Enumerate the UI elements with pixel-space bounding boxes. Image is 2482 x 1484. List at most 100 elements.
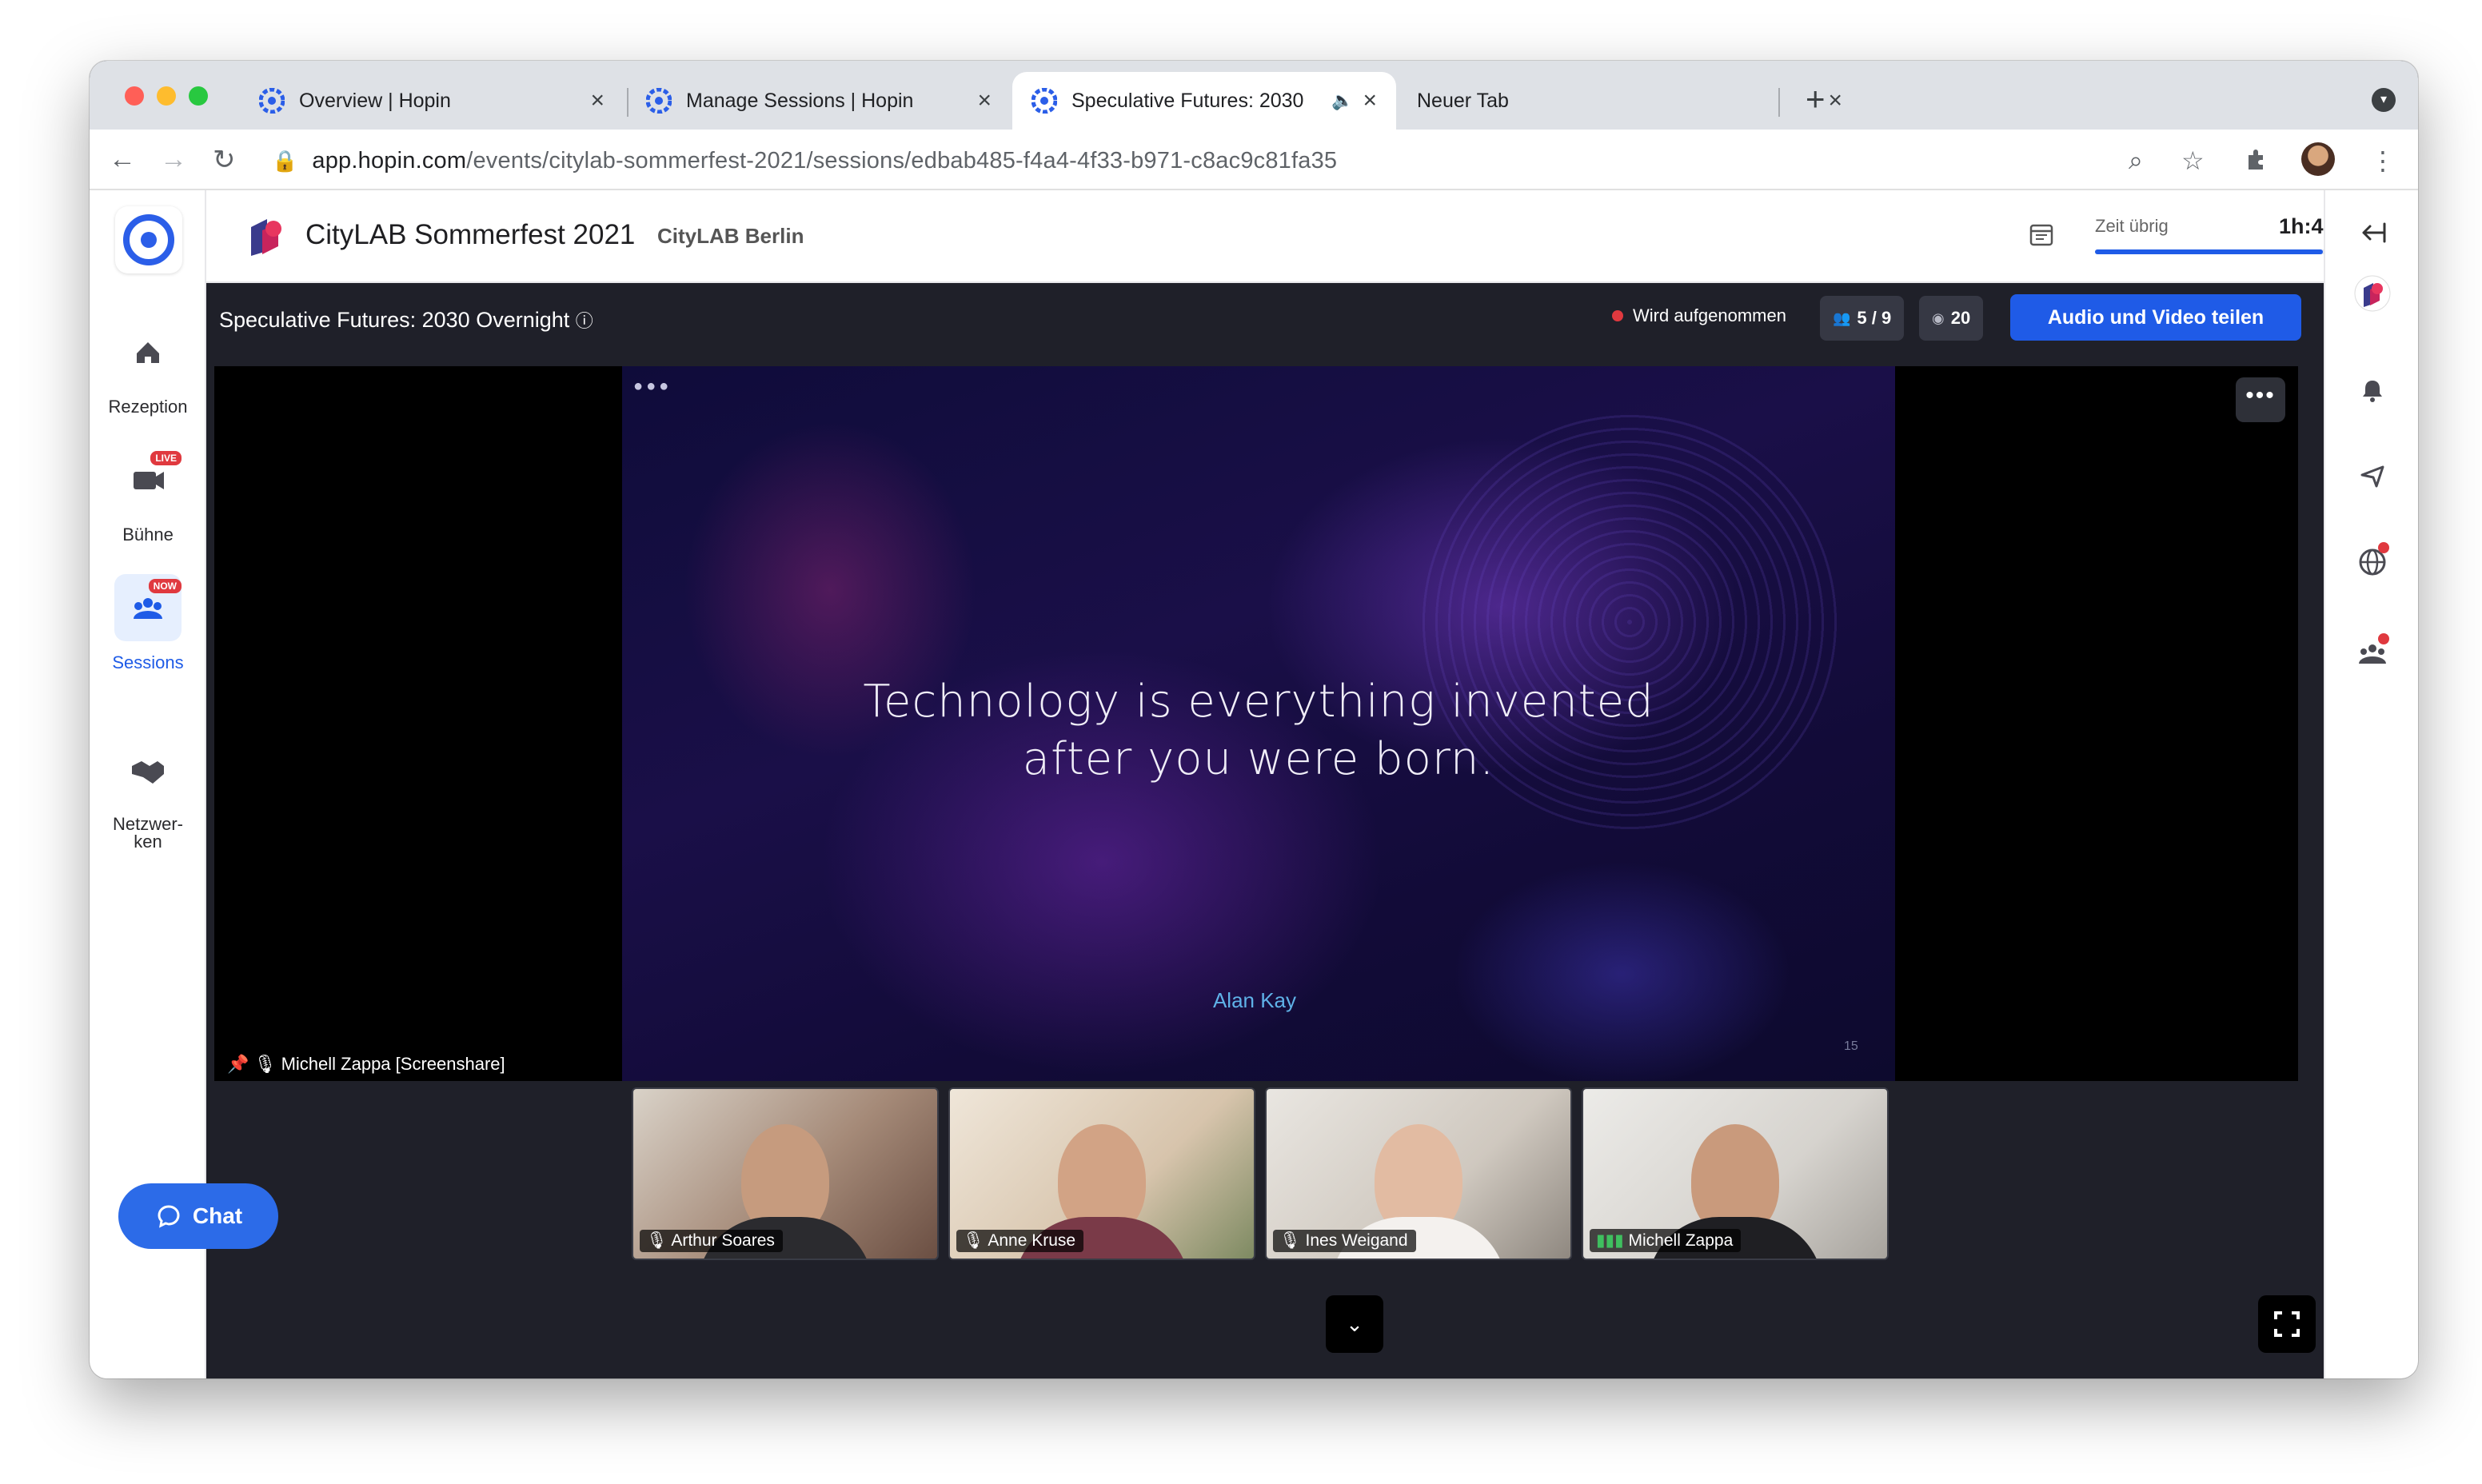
- profile-avatar[interactable]: [2301, 142, 2335, 176]
- main-speaker-name: Michell Zappa [Screenshare]: [281, 1054, 505, 1074]
- tab-search-chevron-icon[interactable]: ▾: [2372, 88, 2396, 112]
- session-title: Speculative Futures: 2030 Overnight ⓘ: [219, 307, 593, 333]
- fullscreen-icon: [2274, 1311, 2300, 1337]
- tab-separator: [1778, 88, 1780, 117]
- browser-toolbar: ← → ↻ 🔒 app.hopin.com/events/citylab-som…: [90, 130, 2418, 190]
- forward-arrow-icon[interactable]: →: [160, 144, 187, 175]
- participant-thumbnail[interactable]: 🎙 Ines Weigand: [1265, 1087, 1572, 1260]
- browser-tab-overview[interactable]: Overview | Hopin ×: [240, 72, 624, 130]
- send-icon[interactable]: [2354, 457, 2391, 494]
- fullscreen-button[interactable]: [2258, 1295, 2316, 1353]
- sidebar-item-buehne[interactable]: LIVE Bühne: [90, 446, 206, 545]
- sidebar-item-label: Rezeption: [108, 397, 188, 417]
- url-path: /events/citylab-sommerfest-2021/sessions…: [466, 147, 1338, 174]
- hopin-logo-icon: [123, 214, 174, 265]
- calendar-icon[interactable]: [2028, 221, 2055, 248]
- maximize-window-button[interactable]: [189, 86, 208, 106]
- info-icon[interactable]: ⓘ: [576, 311, 593, 331]
- participants-count-badge[interactable]: 👥 5 / 9: [1820, 296, 1905, 341]
- event-header: CityLAB Sommerfest 2021 CityLAB Berlin Z…: [206, 190, 2355, 283]
- browser-window: Overview | Hopin × Manage Sessions | Hop…: [90, 61, 2418, 1378]
- sidebar-item-label: Netzwer- ken: [112, 814, 183, 852]
- url-text: app.hopin.com/events/citylab-sommerfest-…: [312, 148, 1337, 174]
- pin-icon[interactable]: 📌: [227, 1054, 249, 1074]
- reload-icon[interactable]: ↻: [213, 144, 236, 176]
- address-bar[interactable]: 🔒 app.hopin.com/events/citylab-sommerfes…: [267, 138, 2314, 184]
- close-tab-icon[interactable]: ×: [977, 87, 992, 114]
- participants-count: 5 / 9: [1857, 308, 1892, 328]
- participant-name: Arthur Soares: [671, 1231, 775, 1250]
- session-bar: Speculative Futures: 2030 Overnight ⓘ Wi…: [206, 283, 2324, 353]
- globe-icon[interactable]: [2354, 542, 2391, 580]
- close-tab-icon[interactable]: ×: [1363, 87, 1377, 114]
- time-remaining-progress-fill: [2095, 249, 2324, 254]
- audio-level-icon: ▮▮▮: [1596, 1231, 1624, 1250]
- quote-author: Alan Kay: [1212, 988, 1297, 1012]
- chat-label: Chat: [192, 1203, 243, 1228]
- minimize-window-button[interactable]: [157, 86, 176, 106]
- chat-button[interactable]: Chat: [118, 1183, 278, 1249]
- participant-thumbnails: 🎙 Arthur Soares 🎙 Anne Kruse 🎙 Ines Weig…: [632, 1087, 1895, 1262]
- bookmark-star-icon[interactable]: ☆: [2181, 146, 2205, 176]
- participant-thumbnail[interactable]: ▮▮▮ Michell Zappa: [1582, 1087, 1889, 1260]
- notification-dot: [2378, 633, 2389, 644]
- participant-thumbnail[interactable]: 🎙 Arthur Soares: [632, 1087, 939, 1260]
- extensions-puzzle-icon[interactable]: [2244, 147, 2268, 171]
- right-rail: [2324, 190, 2418, 1378]
- browser-tab-manage-sessions[interactable]: Manage Sessions | Hopin ×: [627, 72, 1011, 130]
- slide-quote: Technology is everything invented after …: [622, 673, 1895, 788]
- browser-tab-new[interactable]: Neuer Tab ×: [1398, 72, 1862, 130]
- collapse-panel-icon[interactable]: [2354, 214, 2391, 251]
- zoom-magnifier-icon[interactable]: ⌕: [2129, 146, 2143, 176]
- participant-name: Anne Kruse: [988, 1231, 1076, 1250]
- sidebar-item-rezeption[interactable]: Rezeption: [90, 318, 206, 417]
- recording-dot-icon: [1612, 310, 1623, 321]
- left-navigation: Rezeption LIVE Bühne NOW Sessions Netzwe…: [90, 190, 278, 1378]
- participant-name-label: 🎙 Anne Kruse: [956, 1230, 1084, 1252]
- event-logo-icon[interactable]: [2354, 275, 2391, 312]
- notification-dot: [2378, 542, 2389, 553]
- quote-line-1: Technology is everything invented: [863, 676, 1654, 728]
- hopin-app: Rezeption LIVE Bühne NOW Sessions Netzwe…: [90, 190, 2418, 1378]
- session-stage: Speculative Futures: 2030 Overnight ⓘ Wi…: [206, 283, 2324, 1378]
- close-window-button[interactable]: [125, 86, 144, 106]
- people-group-icon: NOW: [114, 574, 182, 641]
- organizer-name[interactable]: CityLAB Berlin: [657, 224, 804, 249]
- home-icon: [114, 318, 182, 385]
- new-tab-plus-icon[interactable]: +: [1806, 80, 1826, 118]
- participant-name-label: 🎙 Arthur Soares: [640, 1230, 783, 1252]
- citylab-logo-icon: [251, 219, 281, 256]
- sidebar-item-sessions[interactable]: NOW Sessions: [90, 574, 206, 673]
- sidebar-item-label: Bühne: [122, 525, 174, 545]
- viewers-count-badge[interactable]: ◉ 20: [1919, 296, 1984, 341]
- time-remaining-label: Zeit übrig: [2095, 216, 2169, 236]
- hopin-favicon-icon: [1032, 88, 1057, 114]
- speaker-audio-icon[interactable]: 🔈: [1331, 90, 1353, 111]
- url-host: app.hopin.com: [312, 147, 467, 174]
- participant-name-label: 🎙 Ines Weigand: [1273, 1230, 1416, 1252]
- now-badge: NOW: [148, 579, 182, 593]
- sidebar-item-netzwerken[interactable]: Netzwer- ken: [90, 702, 206, 851]
- share-audio-video-button[interactable]: Audio und Video teilen: [2010, 294, 2301, 341]
- video-more-options-button[interactable]: •••: [2236, 377, 2285, 422]
- hopin-favicon-icon: [259, 88, 285, 114]
- people-icon[interactable]: [2354, 633, 2391, 672]
- main-speaker-label: 📌 🎙 Michell Zappa [Screenshare]: [227, 1054, 505, 1075]
- back-arrow-icon[interactable]: ←: [109, 144, 136, 175]
- recording-indicator: Wird aufgenommen: [1612, 305, 1786, 326]
- viewers-count: 20: [1950, 308, 1971, 328]
- close-tab-icon[interactable]: ×: [590, 87, 605, 114]
- chat-bubble-icon: [158, 1205, 180, 1228]
- participant-name-label: ▮▮▮ Michell Zappa: [1590, 1229, 1742, 1252]
- bell-icon[interactable]: [2354, 373, 2391, 409]
- hopin-logo[interactable]: [115, 206, 182, 273]
- hopin-favicon-icon: [646, 88, 672, 114]
- expand-chevron-down-button[interactable]: ⌄: [1326, 1295, 1383, 1353]
- slide-window-dots: ●●●: [633, 377, 672, 395]
- mic-off-icon: 🎙: [253, 1054, 277, 1074]
- close-tab-icon[interactable]: ×: [1828, 87, 1842, 114]
- tab-title: Speculative Futures: 2030: [1071, 89, 1304, 112]
- browser-menu-kebab-icon[interactable]: ⋮: [2370, 146, 2396, 176]
- participant-thumbnail[interactable]: 🎙 Anne Kruse: [948, 1087, 1255, 1260]
- browser-tab-speculative-futures[interactable]: Speculative Futures: 2030 🔈 ×: [1012, 72, 1396, 130]
